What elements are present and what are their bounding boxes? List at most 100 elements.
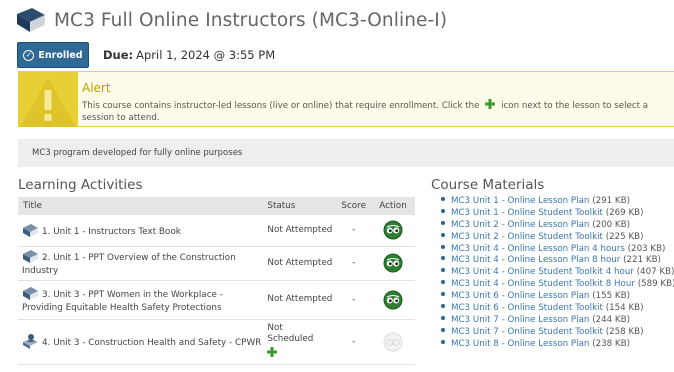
file-size: (200 KB) xyxy=(592,219,630,230)
list-item: MC3 Unit 6 - Online Lesson Plan (155 KB) xyxy=(441,291,674,303)
table-row: 3. Unit 3 - PPT Women in the Workplace -… xyxy=(18,280,415,320)
activity-title-cell: 3. Unit 3 - PPT Women in the Workplace -… xyxy=(18,280,267,320)
activity-title-cell: 1. Unit 1 - Instructors Text Book xyxy=(18,215,267,247)
bullet-icon xyxy=(441,304,445,309)
bullet-icon xyxy=(441,268,445,273)
material-link[interactable]: MC3 Unit 4 - Online Lesson Plan 4 hours xyxy=(451,244,625,254)
table-row: 2. Unit 1 - PPT Overview of the Construc… xyxy=(18,246,415,281)
document-icon xyxy=(23,250,38,263)
list-item: MC3 Unit 2 - Online Lesson Plan (200 KB) xyxy=(441,220,674,232)
launch-disabled-icon xyxy=(383,332,403,351)
learning-activities-title: Learning Activities xyxy=(18,177,143,193)
enrollment-row: ✓ Enrolled Due: April 1, 2024 @ 3:55 PM xyxy=(17,42,275,68)
material-link[interactable]: MC3 Unit 4 - Online Student Toolkit 8 Ho… xyxy=(451,279,635,289)
activity-title[interactable]: 2. Unit 1 - PPT Overview of the Construc… xyxy=(22,253,236,276)
bullet-icon xyxy=(441,232,445,237)
material-link[interactable]: MC3 Unit 7 - Online Lesson Plan xyxy=(451,315,589,325)
course-header: MC3 Full Online Instructors (MC3-Online-… xyxy=(14,4,447,36)
material-link[interactable]: MC3 Unit 2 - Online Student Toolkit xyxy=(451,232,603,242)
page-title: MC3 Full Online Instructors (MC3-Online-… xyxy=(54,9,448,31)
file-size: (154 KB) xyxy=(605,303,644,314)
activity-status-cell: Not Scheduled xyxy=(266,319,337,365)
material-link[interactable]: MC3 Unit 1 - Online Lesson Plan xyxy=(451,196,589,206)
activity-status: Not Attempted xyxy=(266,215,337,247)
activity-status: Not Attempted xyxy=(266,280,337,320)
launch-icon[interactable] xyxy=(383,290,403,310)
column-status: Status xyxy=(266,197,337,215)
list-item: MC3 Unit 2 - Online Student Toolkit (225… xyxy=(441,232,674,244)
course-description: MC3 program developed for fully online p… xyxy=(18,139,674,167)
material-link[interactable]: MC3 Unit 6 - Online Student Toolkit xyxy=(451,303,603,313)
instructor-icon xyxy=(23,334,38,349)
activity-score: - xyxy=(336,215,371,247)
document-icon xyxy=(23,223,38,237)
file-size: (291 KB) xyxy=(592,196,630,206)
activity-score: - xyxy=(336,280,371,320)
plus-icon[interactable] xyxy=(267,346,278,357)
alert-title: Alert xyxy=(82,81,111,95)
bullet-icon xyxy=(441,256,445,261)
launch-icon[interactable] xyxy=(383,220,403,240)
alert-message: This course contains instructor-led less… xyxy=(82,99,674,124)
activity-title[interactable]: 3. Unit 3 - PPT Women in the Workplace -… xyxy=(22,290,223,313)
warning-icon xyxy=(18,72,78,127)
bullet-icon xyxy=(441,339,445,344)
course-materials-list: MC3 Unit 1 - Online Lesson Plan (291 KB)… xyxy=(441,196,674,351)
activity-action-cell xyxy=(371,215,415,247)
bullet-icon xyxy=(441,327,445,332)
due-label: Due: xyxy=(103,48,134,62)
table-header-row: Title Status Score Action xyxy=(18,197,415,215)
file-size: (225 KB) xyxy=(605,231,644,242)
material-link[interactable]: MC3 Unit 4 - Online Lesson Plan 8 hour xyxy=(451,255,620,265)
bullet-icon xyxy=(441,292,445,297)
list-item: MC3 Unit 7 - Online Lesson Plan (244 KB) xyxy=(441,315,674,327)
file-size: (155 KB) xyxy=(592,291,630,302)
activity-status: Not Attempted xyxy=(266,246,337,281)
activity-title[interactable]: 4. Unit 3 - Construction Health and Safe… xyxy=(42,338,261,348)
activity-title[interactable]: 1. Unit 1 - Instructors Text Book xyxy=(42,227,181,237)
file-size: (258 KB) xyxy=(605,326,644,337)
bullet-icon xyxy=(441,220,445,225)
list-item: MC3 Unit 8 - Online Lesson Plan (238 KB) xyxy=(441,339,674,351)
material-link[interactable]: MC3 Unit 7 - Online Student Toolkit xyxy=(451,327,603,337)
list-item: MC3 Unit 1 - Online Student Toolkit (269… xyxy=(441,208,674,220)
activity-title-cell: 4. Unit 3 - Construction Health and Safe… xyxy=(18,319,267,365)
material-link[interactable]: MC3 Unit 4 - Online Student Toolkit 4 ho… xyxy=(451,267,634,277)
plus-icon xyxy=(485,99,496,109)
column-score: Score xyxy=(336,197,371,215)
material-link[interactable]: MC3 Unit 2 - Online Lesson Plan xyxy=(451,220,589,230)
table-row: 1. Unit 1 - Instructors Text Book Not At… xyxy=(18,215,415,247)
file-size: (244 KB) xyxy=(592,314,630,325)
bullet-icon xyxy=(441,244,445,249)
alert-text-before: This course contains instructor-led less… xyxy=(82,101,480,111)
activity-action-cell xyxy=(371,246,415,281)
enrolled-label: Enrolled xyxy=(38,49,83,61)
activity-title-cell: 2. Unit 1 - PPT Overview of the Construc… xyxy=(18,246,267,281)
activity-action-cell xyxy=(371,280,415,320)
list-item: MC3 Unit 4 - Online Lesson Plan 4 hours … xyxy=(441,244,674,256)
launch-icon[interactable] xyxy=(383,253,403,273)
material-link[interactable]: MC3 Unit 8 - Online Lesson Plan xyxy=(451,339,589,349)
file-size: (238 KB) xyxy=(592,338,630,349)
list-item: MC3 Unit 1 - Online Lesson Plan (291 KB) xyxy=(441,196,674,208)
material-link[interactable]: MC3 Unit 1 - Online Student Toolkit xyxy=(451,208,603,218)
list-item: MC3 Unit 4 - Online Lesson Plan 8 hour (… xyxy=(441,255,674,267)
file-size: (203 KB) xyxy=(627,243,666,254)
table-row: 4. Unit 3 - Construction Health and Safe… xyxy=(18,319,415,365)
activity-action-cell xyxy=(371,319,415,365)
list-item: MC3 Unit 6 - Online Student Toolkit (154… xyxy=(441,303,674,315)
due-date: Due: April 1, 2024 @ 3:55 PM xyxy=(103,48,275,62)
material-link[interactable]: MC3 Unit 6 - Online Lesson Plan xyxy=(451,291,589,301)
activity-score: - xyxy=(336,246,371,281)
list-item: MC3 Unit 4 - Online Student Toolkit 4 ho… xyxy=(441,267,674,279)
enrolled-badge[interactable]: ✓ Enrolled xyxy=(17,42,89,68)
due-value: April 1, 2024 @ 3:55 PM xyxy=(136,48,276,62)
file-size: (407 KB) xyxy=(636,267,674,278)
learning-activities-table: Title Status Score Action 1. Unit 1 - In… xyxy=(18,197,415,365)
course-materials-title: Course Materials xyxy=(431,177,545,193)
list-item: MC3 Unit 4 - Online Student Toolkit 8 Ho… xyxy=(441,279,674,291)
bullet-icon xyxy=(441,315,445,320)
file-size: (269 KB) xyxy=(605,207,644,218)
column-action: Action xyxy=(371,197,415,215)
file-size: (589 KB) xyxy=(637,279,674,290)
